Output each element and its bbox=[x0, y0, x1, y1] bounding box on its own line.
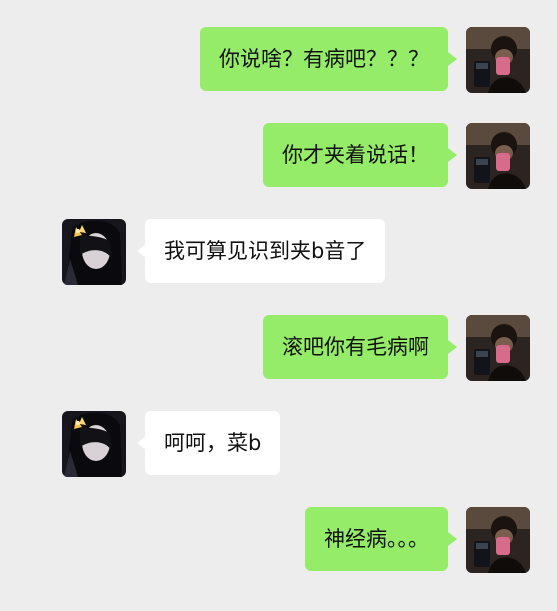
message-bubble-sent[interactable]: 神经病。。。 bbox=[305, 507, 448, 571]
chat-conversation: 你说啥？有病吧？？？ 你才夹着说话！ 我可算见识到夹b音了 滚吧你有毛病啊 呵呵… bbox=[0, 0, 557, 611]
message-row-sent: 你说啥？有病吧？？？ bbox=[0, 27, 557, 93]
message-row-sent: 滚吧你有毛病啊 bbox=[0, 315, 557, 381]
user-avatar[interactable] bbox=[466, 315, 530, 381]
message-row-sent: 你才夹着说话！ bbox=[0, 123, 557, 189]
user-avatar-photo bbox=[466, 27, 530, 93]
message-bubble-sent[interactable]: 你说啥？有病吧？？？ bbox=[200, 27, 448, 91]
bubble-tail bbox=[448, 340, 457, 354]
message-bubble-sent[interactable]: 滚吧你有毛病啊 bbox=[263, 315, 448, 379]
user-avatar[interactable] bbox=[466, 507, 530, 573]
user-avatar-photo bbox=[466, 315, 530, 381]
user-avatar-photo bbox=[466, 123, 530, 189]
contact-avatar-illustration bbox=[62, 411, 126, 477]
bubble-tail bbox=[448, 148, 457, 162]
message-bubble-received[interactable]: 呵呵，菜b bbox=[145, 411, 281, 475]
bubble-tail bbox=[448, 52, 457, 66]
message-bubble-sent[interactable]: 你才夹着说话！ bbox=[263, 123, 448, 187]
message-row-received: 呵呵，菜b bbox=[0, 411, 557, 477]
contact-avatar[interactable] bbox=[62, 411, 126, 477]
message-bubble-received[interactable]: 我可算见识到夹b音了 bbox=[145, 219, 386, 283]
message-row-sent: 神经病。。。 bbox=[0, 507, 557, 573]
user-avatar[interactable] bbox=[466, 27, 530, 93]
contact-avatar[interactable] bbox=[62, 219, 126, 285]
user-avatar-photo bbox=[466, 507, 530, 573]
user-avatar[interactable] bbox=[466, 123, 530, 189]
bubble-tail bbox=[448, 532, 457, 546]
contact-avatar-illustration bbox=[62, 219, 126, 285]
message-row-received: 我可算见识到夹b音了 bbox=[0, 219, 557, 285]
